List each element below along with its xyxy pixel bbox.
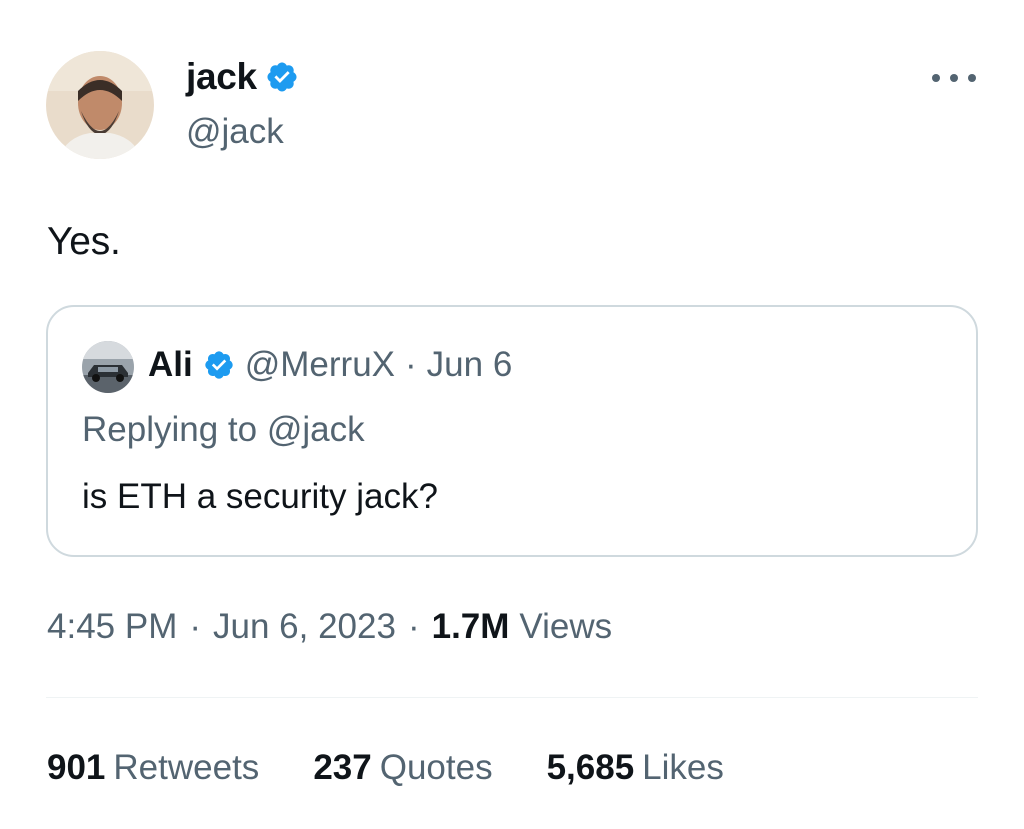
tweet-meta: 4:45 PM · Jun 6, 2023 · 1.7M Views bbox=[47, 607, 612, 647]
retweets-count: 901 bbox=[47, 748, 106, 787]
views-count[interactable]: 1.7M bbox=[432, 607, 510, 647]
quotes-label: Quotes bbox=[379, 748, 493, 787]
author-handle[interactable]: @jack bbox=[186, 112, 284, 152]
likes-count: 5,685 bbox=[546, 748, 635, 787]
quoted-tweet[interactable]: Ali @MerruX · Jun 6 Replying to @jack is… bbox=[46, 305, 978, 557]
quoted-header: Ali @MerruX · Jun 6 bbox=[148, 345, 512, 385]
retweets-label: Retweets bbox=[113, 748, 260, 787]
quoted-author-handle[interactable]: @MerruX bbox=[245, 345, 395, 385]
likes-label: Likes bbox=[642, 748, 724, 787]
verified-badge-icon bbox=[203, 349, 235, 381]
quotes-count: 237 bbox=[313, 748, 372, 787]
quoted-tweet-text: is ETH a security jack? bbox=[82, 477, 438, 516]
likes-stat[interactable]: 5,685 Likes bbox=[547, 748, 724, 788]
replying-to-handle[interactable]: @jack bbox=[267, 410, 365, 449]
quoted-author-name[interactable]: Ali bbox=[148, 345, 193, 385]
meta-separator: · bbox=[407, 607, 420, 646]
divider bbox=[46, 697, 978, 698]
views-label[interactable]: Views bbox=[519, 607, 612, 647]
quoted-author-avatar[interactable] bbox=[82, 341, 134, 393]
replying-to: Replying to @jack bbox=[82, 410, 365, 450]
replying-to-prefix: Replying to bbox=[82, 410, 258, 449]
quotes-stat[interactable]: 237 Quotes bbox=[313, 748, 492, 788]
more-options-icon[interactable] bbox=[932, 64, 976, 92]
meta-separator: · bbox=[189, 607, 202, 646]
tweet-date[interactable]: Jun 6, 2023 bbox=[213, 607, 396, 647]
author-avatar[interactable] bbox=[46, 51, 154, 159]
tweet-card: jack @jack Yes. Ali @MerruX · Jun 6 Repl… bbox=[0, 0, 1024, 829]
quoted-date[interactable]: Jun 6 bbox=[427, 345, 513, 385]
verified-badge-icon bbox=[265, 60, 299, 94]
quoted-separator: · bbox=[405, 345, 417, 384]
author-name[interactable]: jack bbox=[186, 56, 257, 98]
tweet-text: Yes. bbox=[47, 220, 121, 263]
tweet-time[interactable]: 4:45 PM bbox=[47, 607, 177, 647]
retweets-stat[interactable]: 901 Retweets bbox=[47, 748, 259, 788]
author-name-row[interactable]: jack bbox=[186, 56, 299, 98]
engagement-stats: 901 Retweets 237 Quotes 5,685 Likes bbox=[47, 748, 778, 788]
